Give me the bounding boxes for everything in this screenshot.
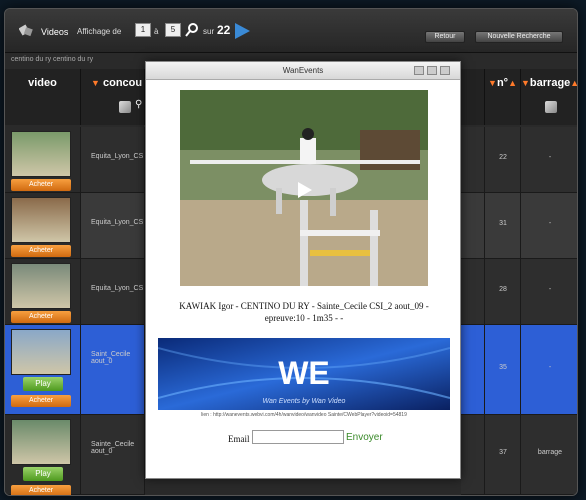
num-text: 37 xyxy=(499,449,507,456)
video-thumbnail[interactable] xyxy=(11,197,71,243)
barrage-text: barrage xyxy=(537,449,563,456)
concours-text: Equita_Lyon_CS xyxy=(91,285,144,292)
close-icon[interactable] xyxy=(440,66,450,75)
hidden-cell xyxy=(461,415,485,495)
maximize-icon[interactable] xyxy=(427,66,437,75)
concours-cell: Sainte_Cecile aout_0 xyxy=(81,415,145,495)
cube-icon[interactable] xyxy=(119,101,131,113)
sur-label: sur xyxy=(203,27,215,36)
concours-text: Sainte_Cecile aout_0 xyxy=(91,441,135,455)
video-thumbnail[interactable] xyxy=(11,419,71,465)
affichage-label: Affichage de xyxy=(77,27,122,36)
video-cell: Acheter xyxy=(5,193,81,259)
num-text: 22 xyxy=(499,154,507,161)
next-arrow-icon[interactable] xyxy=(233,22,251,40)
video-modal: WanEvents KAWIAK Igor - CENTINO DU RY - … xyxy=(145,61,461,479)
num-text: 31 xyxy=(499,220,507,227)
barrage-cell: barrage xyxy=(521,415,577,495)
barrage-text: - xyxy=(548,286,552,293)
num-text: 28 xyxy=(499,286,507,293)
barrage-text: - xyxy=(548,154,552,161)
film-icon[interactable] xyxy=(19,23,33,37)
barrage-cell: - xyxy=(521,127,577,193)
video-thumbnail[interactable] xyxy=(11,131,71,177)
column-header-barrage[interactable]: ▼barrage▲ xyxy=(521,69,577,125)
buy-button[interactable]: Acheter xyxy=(11,485,71,495)
play-button[interactable]: Play xyxy=(23,467,63,481)
email-label: Email xyxy=(228,434,250,444)
to-input[interactable]: 5 xyxy=(165,23,181,37)
num-cell: 31 xyxy=(485,193,521,259)
video-header-label: video xyxy=(28,77,57,89)
video-player[interactable] xyxy=(180,90,428,286)
new-search-button[interactable]: Nouvelle Recherche xyxy=(475,31,563,43)
email-input[interactable] xyxy=(252,430,344,444)
banner-tagline: Wan Events by Wan Video xyxy=(262,398,346,405)
video-thumbnail[interactable] xyxy=(11,329,71,375)
video-frame xyxy=(180,90,428,286)
column-header-concours[interactable]: ▼ concou ⚲ xyxy=(81,69,145,125)
concours-cell: Equita_Lyon_CS xyxy=(81,127,145,193)
total-count: 22 xyxy=(217,23,231,37)
toolbar: Videos Affichage de 1 à 5 sur 22 Retour … xyxy=(5,9,577,53)
buy-button[interactable]: Acheter xyxy=(11,245,71,257)
breadcrumb: centino du ry centino du ry xyxy=(11,56,94,63)
buy-button[interactable]: Acheter xyxy=(11,179,71,191)
num-cell: 28 xyxy=(485,259,521,325)
barrage-header-label: ▼barrage▲ xyxy=(521,77,577,89)
cube-icon[interactable] xyxy=(545,101,557,113)
search-icon[interactable]: ⚲ xyxy=(135,99,142,110)
barrage-cell: - xyxy=(521,193,577,259)
barrage-text: - xyxy=(548,364,552,371)
app-window: Videos Affichage de 1 à 5 sur 22 Retour … xyxy=(4,8,578,496)
video-caption: KAWIAK Igor - CENTINO DU RY - Sainte_Cec… xyxy=(179,301,429,323)
concours-cell: Equita_Lyon_CS xyxy=(81,193,145,259)
video-cell: Play Acheter xyxy=(5,415,81,495)
wanevents-banner[interactable]: WE Wan Events by Wan Video xyxy=(158,338,450,410)
hidden-cell xyxy=(461,193,485,259)
num-cell: 22 xyxy=(485,127,521,193)
hidden-cell xyxy=(461,259,485,325)
video-cell: Acheter xyxy=(5,127,81,193)
magnifier-icon[interactable] xyxy=(185,23,199,37)
send-button[interactable]: Envoyer xyxy=(346,432,383,443)
barrage-text: - xyxy=(548,220,552,227)
videos-link[interactable]: Videos xyxy=(41,27,68,37)
video-url[interactable]: lien : http://wanevents.webvi.com/4h/wan… xyxy=(158,412,450,418)
sort-down-icon[interactable]: ▼ xyxy=(91,78,100,88)
concours-text: Equita_Lyon_CS xyxy=(91,153,144,160)
num-cell: 35 xyxy=(485,325,521,415)
buy-button[interactable]: Acheter xyxy=(11,311,71,323)
a-label: à xyxy=(154,27,159,36)
hidden-cell xyxy=(461,325,485,415)
video-cell: Play Acheter xyxy=(5,325,81,415)
buy-button[interactable]: Acheter xyxy=(11,395,71,407)
retour-button[interactable]: Retour xyxy=(425,31,465,43)
num-cell: 37 xyxy=(485,415,521,495)
concours-text: Saint_Cecile aout_0 xyxy=(91,351,131,365)
modal-title: WanEvents xyxy=(146,62,460,80)
from-input[interactable]: 1 xyxy=(135,23,151,37)
concours-cell: Equita_Lyon_CS xyxy=(81,259,145,325)
column-header-hidden xyxy=(461,69,485,125)
minimize-icon[interactable] xyxy=(414,66,424,75)
concours-cell: Saint_Cecile aout_0 xyxy=(81,325,145,415)
num-text: 35 xyxy=(499,364,507,371)
concours-text: Equita_Lyon_CS xyxy=(91,219,144,226)
svg-text:WE: WE xyxy=(278,355,330,391)
column-header-num[interactable]: ▼n°▲ xyxy=(485,69,521,125)
column-header-video[interactable]: video xyxy=(5,69,81,125)
video-cell: Acheter xyxy=(5,259,81,325)
barrage-cell: - xyxy=(521,259,577,325)
hidden-cell xyxy=(461,127,485,193)
barrage-cell: - xyxy=(521,325,577,415)
play-button[interactable]: Play xyxy=(23,377,63,391)
video-thumbnail[interactable] xyxy=(11,263,71,309)
num-header-label: ▼n°▲ xyxy=(488,77,517,89)
